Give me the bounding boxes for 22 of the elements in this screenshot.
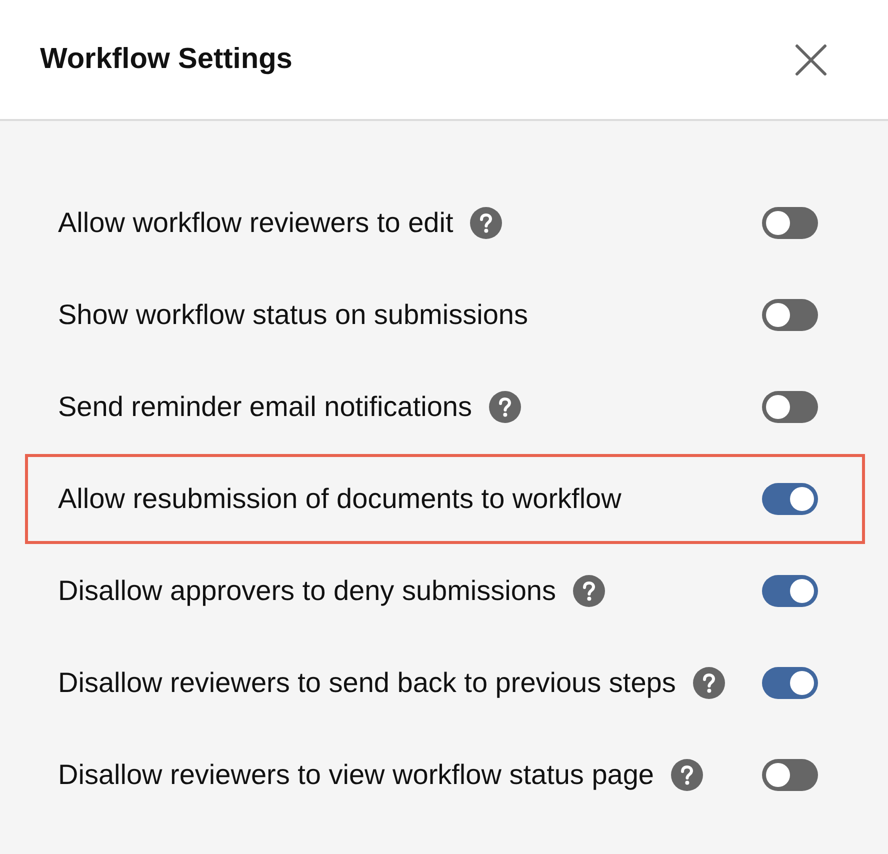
help-icon[interactable]: [573, 575, 605, 607]
setting-label: Disallow reviewers to send back to previous steps: [58, 667, 676, 699]
toggle-switch[interactable]: [762, 575, 818, 607]
setting-label: Show workflow status on submissions: [58, 299, 528, 331]
toggle-switch[interactable]: [762, 667, 818, 699]
toggle-switch[interactable]: [762, 483, 818, 515]
setting-label: Allow resubmission of documents to workflow: [58, 483, 622, 515]
toggle-switch[interactable]: [762, 207, 818, 239]
help-icon[interactable]: [470, 207, 502, 239]
help-icon[interactable]: [692, 667, 725, 699]
help-icon[interactable]: [671, 759, 703, 791]
toggle-switch[interactable]: [762, 391, 818, 423]
setting-label: Send reminder email notifications: [58, 391, 472, 423]
close-icon: [795, 44, 827, 76]
close-button[interactable]: [794, 42, 828, 76]
setting-label: Disallow reviewers to view workflow status page: [58, 759, 654, 791]
toggle-switch[interactable]: [762, 759, 818, 791]
dialog-title: Workflow Settings: [40, 43, 292, 76]
setting-label: Disallow approvers to deny submissions: [58, 575, 556, 607]
help-icon[interactable]: [488, 391, 521, 423]
setting-label: Allow workflow reviewers to edit: [58, 207, 454, 239]
toggle-switch[interactable]: [762, 299, 818, 331]
